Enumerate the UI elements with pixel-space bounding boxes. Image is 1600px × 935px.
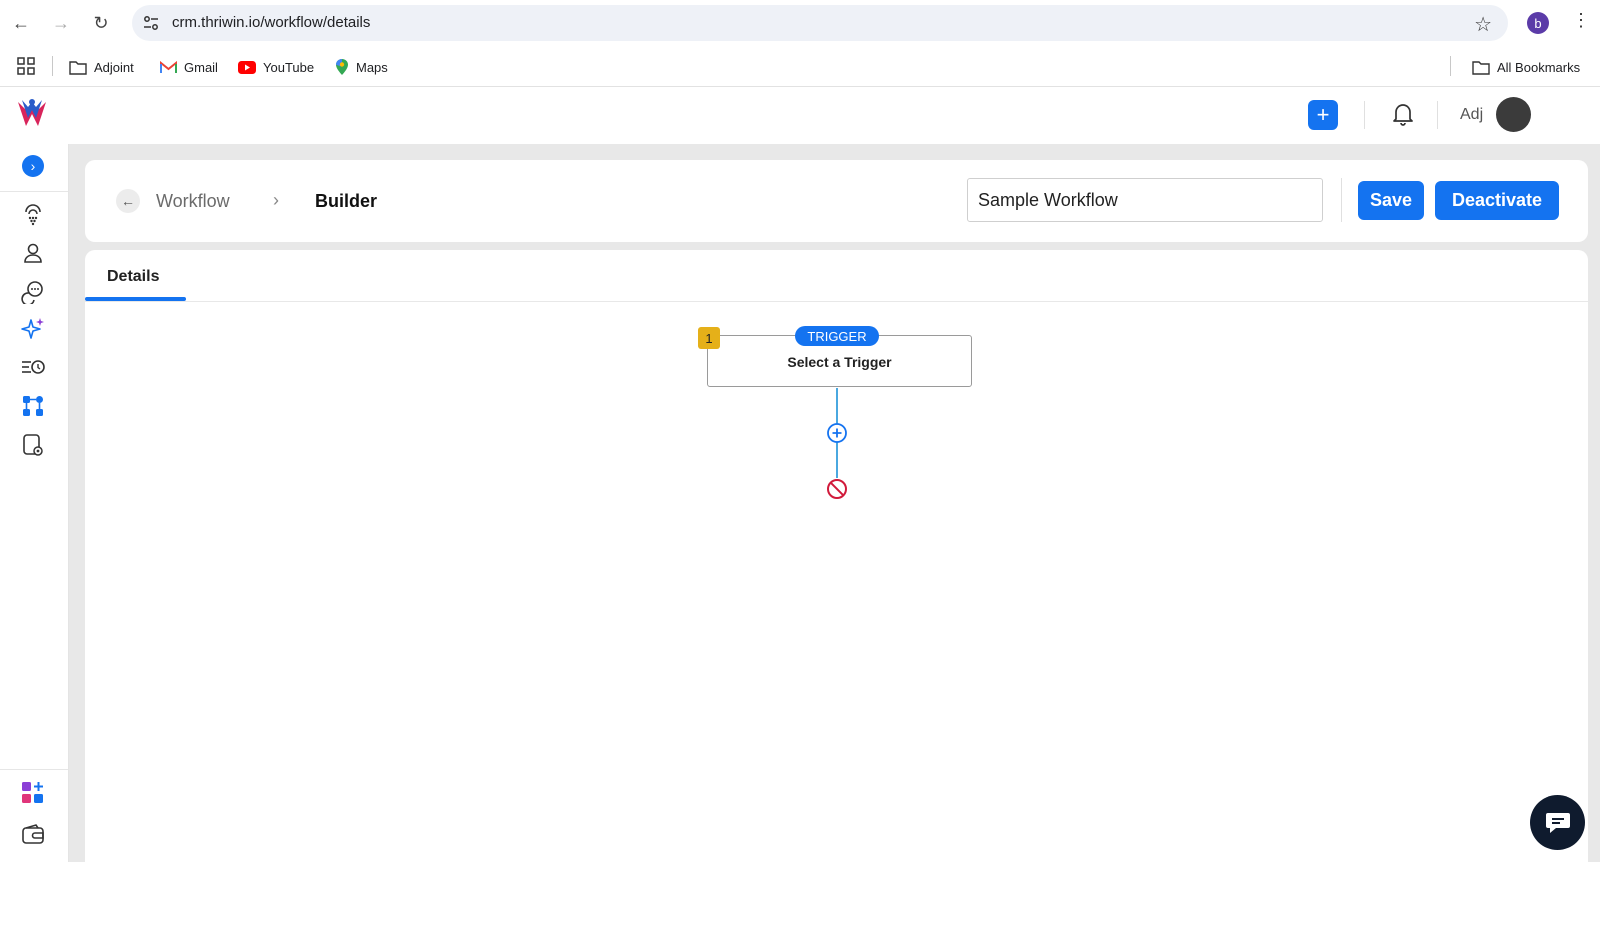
folder-icon [1472, 61, 1490, 75]
step-number-badge: 1 [698, 327, 720, 349]
chat-support-button[interactable] [1530, 795, 1585, 850]
user-avatar[interactable] [1496, 97, 1531, 132]
sidebar-divider [0, 769, 68, 770]
bookmarks-divider [1450, 56, 1451, 76]
bookmark-maps[interactable]: Maps [335, 57, 388, 77]
page-title: Builder [315, 191, 378, 211]
sidebar-item-contacts-icon[interactable] [20, 240, 46, 266]
chat-bubble-icon [1545, 812, 1570, 833]
sidebar-item-leads-icon[interactable] [20, 202, 46, 228]
all-bookmarks[interactable]: All Bookmarks [1472, 57, 1580, 77]
forward-arrow-icon[interactable]: → [49, 11, 73, 35]
browser-toolbar: ← → ↻ crm.thriwin.io/workflow/details ☆ … [0, 0, 1600, 46]
breadcrumb-chevron-icon: › [273, 190, 279, 210]
workflow-name-input[interactable] [967, 178, 1323, 222]
youtube-icon [238, 60, 256, 74]
reload-icon[interactable]: ↻ [89, 11, 113, 35]
folder-icon [69, 61, 87, 75]
sidebar-item-apps-icon[interactable] [20, 780, 46, 806]
profile-avatar[interactable]: b [1527, 12, 1549, 34]
topbar-divider [1364, 101, 1365, 129]
bookmarks-bar: Adjoint Gmail YouTube Maps All Bookmarks [0, 46, 1600, 87]
bookmark-label: Maps [356, 59, 388, 75]
sidebar-item-activity-log-icon[interactable] [20, 354, 46, 380]
sidebar-item-settings-file-icon[interactable] [20, 432, 46, 458]
bookmark-label: Adjoint [94, 59, 134, 75]
bookmark-youtube[interactable]: YouTube [238, 57, 314, 77]
notification-bell-icon[interactable] [1389, 100, 1417, 128]
bookmark-label: Gmail [184, 59, 218, 75]
sidebar-item-ai-sparkle-icon[interactable] [20, 316, 46, 342]
tab-divider [85, 301, 1588, 302]
sidebar-divider [0, 191, 68, 192]
gmail-icon [160, 60, 177, 73]
sidebar-item-conversations-icon[interactable] [20, 278, 46, 304]
bookmark-label: YouTube [263, 59, 315, 75]
address-bar[interactable]: crm.thriwin.io/workflow/details ☆ [132, 5, 1508, 41]
sidebar: › [0, 144, 69, 862]
quick-add-button[interactable]: + [1308, 100, 1338, 130]
app-topbar: + Adj [0, 87, 1600, 144]
browser-menu-icon[interactable]: ⋮ [1572, 10, 1590, 31]
sidebar-item-wallet-icon[interactable] [20, 822, 46, 848]
user-name[interactable]: Adj [1460, 106, 1483, 124]
app-root: + Adj › ← Workflow › Builder Sample Work… [0, 87, 1600, 935]
bookmarks-divider [52, 56, 53, 76]
thriwin-logo[interactable] [14, 96, 50, 132]
end-flow-icon [827, 479, 847, 499]
all-bookmarks-label: All Bookmarks [1497, 59, 1581, 75]
trigger-label[interactable]: Select a Trigger [707, 354, 972, 370]
maps-pin-icon [336, 59, 348, 75]
bookmark-star-icon[interactable]: ☆ [1474, 12, 1492, 37]
add-step-icon[interactable] [826, 422, 848, 444]
bookmark-adjoint[interactable]: Adjoint [69, 57, 134, 77]
expand-sidebar-button[interactable]: › [22, 155, 44, 177]
deactivate-button[interactable]: Deactivate [1435, 181, 1559, 220]
bookmark-gmail[interactable]: Gmail [160, 57, 218, 77]
sidebar-item-workflow-icon[interactable] [20, 393, 46, 419]
workflow-canvas-card: Details 1 TRIGGER Select a Trigger [85, 250, 1588, 935]
back-button[interactable]: ← [116, 189, 140, 213]
breadcrumb-workflow[interactable]: Workflow [156, 191, 230, 212]
save-button[interactable]: Save [1358, 181, 1424, 220]
topbar-divider [1437, 101, 1438, 129]
tab-details[interactable]: Details [107, 268, 159, 286]
apps-grid-icon[interactable] [17, 57, 35, 75]
url-text[interactable]: crm.thriwin.io/workflow/details [172, 14, 370, 31]
back-arrow-icon[interactable]: ← [9, 11, 33, 35]
header-divider [1341, 178, 1342, 222]
site-settings-icon[interactable] [142, 14, 160, 32]
workflow-header: ← Workflow › Builder Save Deactivate [85, 160, 1588, 242]
trigger-badge: TRIGGER [795, 326, 879, 346]
